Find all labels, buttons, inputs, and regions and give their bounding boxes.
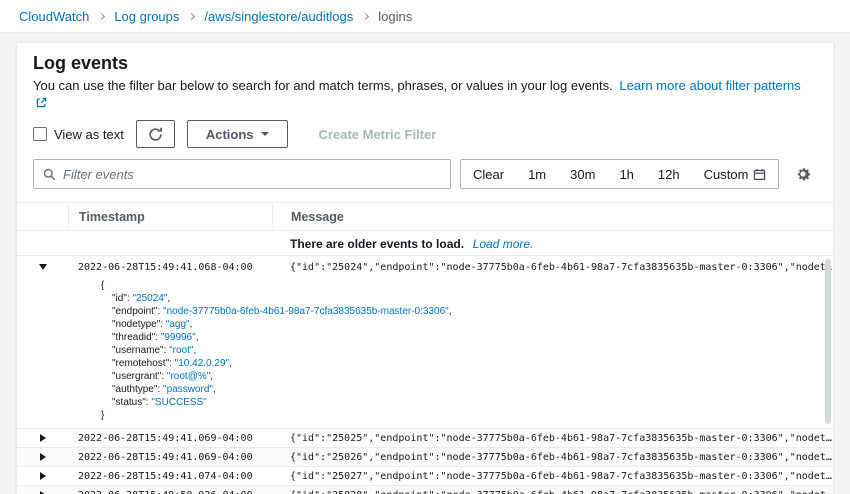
expanded-json: {"id": "25024","endpoint": "node-37775b0…: [17, 278, 833, 429]
breadcrumb-cloudwatch[interactable]: CloudWatch: [19, 9, 89, 24]
chevron-right-icon: [40, 472, 46, 480]
view-as-text-checkbox[interactable]: View as text: [33, 127, 124, 142]
expand-toggle[interactable]: [17, 448, 68, 466]
json-line: "threadid": "99996",: [101, 331, 833, 344]
filter-events-search[interactable]: [33, 159, 451, 189]
log-toolbar: View as text Actions Create Metric Filte…: [17, 111, 833, 148]
breadcrumb: CloudWatch Log groups /aws/singlestore/a…: [0, 0, 850, 33]
log-message: {"id":"25024","endpoint":"node-37775b0a-…: [272, 262, 833, 273]
column-header-timestamp[interactable]: Timestamp: [68, 203, 272, 230]
description-text: You can use the filter bar below to sear…: [33, 78, 613, 93]
chevron-right-icon: [40, 434, 46, 442]
column-header-message[interactable]: Message: [272, 203, 833, 230]
log-message: {"id":"25027","endpoint":"node-37775b0a-…: [272, 471, 833, 482]
scrollbar-thumb[interactable]: [825, 259, 831, 424]
calendar-icon: [753, 168, 766, 181]
json-line: "status": "SUCCESS": [101, 396, 833, 409]
refresh-button[interactable]: [136, 120, 175, 148]
json-line: {: [101, 279, 833, 292]
log-timestamp: 2022-06-28T15:49:50.926-04:00: [68, 490, 272, 494]
json-line: "endpoint": "node-37775b0a-6feb-4b61-98a…: [101, 305, 833, 318]
time-1m-button[interactable]: 1m: [516, 160, 558, 188]
settings-gear-button[interactable]: [794, 165, 812, 183]
json-line: "remotehost": "10.42.0.29",: [101, 357, 833, 370]
breadcrumb-log-groups[interactable]: Log groups: [114, 9, 179, 24]
gear-icon: [794, 165, 812, 183]
filter-bar: Clear 1m 30m 1h 12h Custom: [17, 148, 833, 189]
log-message: {"id":"25026","endpoint":"node-37775b0a-…: [272, 452, 833, 463]
create-metric-filter-button[interactable]: Create Metric Filter: [300, 120, 456, 148]
log-row[interactable]: 2022-06-28T15:49:41.069-04:00{"id":"2502…: [17, 448, 833, 467]
log-row[interactable]: 2022-06-28T15:49:41.074-04:00{"id":"2502…: [17, 467, 833, 486]
json-line: "nodetype": "agg",: [101, 318, 833, 331]
log-timestamp: 2022-06-28T15:49:41.069-04:00: [68, 452, 272, 463]
refresh-icon: [148, 127, 163, 142]
breadcrumb-current: logins: [378, 9, 412, 24]
table-header: Timestamp Message: [17, 202, 833, 231]
learn-more-link[interactable]: Learn more about filter patterns: [619, 78, 800, 93]
chevron-right-icon: [362, 12, 369, 19]
actions-label: Actions: [206, 127, 254, 142]
time-30m-button[interactable]: 30m: [558, 160, 607, 188]
log-timestamp: 2022-06-28T15:49:41.074-04:00: [68, 471, 272, 482]
view-as-text-label: View as text: [54, 127, 124, 142]
json-line: "username": "root",: [101, 344, 833, 357]
time-12h-button[interactable]: 12h: [646, 160, 692, 188]
table-body: There are older events to load. Load mor…: [17, 231, 833, 494]
log-message: {"id":"25025","endpoint":"node-37775b0a-…: [272, 433, 833, 444]
expand-toggle[interactable]: [17, 486, 68, 494]
log-timestamp: 2022-06-28T15:49:41.069-04:00: [68, 433, 272, 444]
json-line: }: [101, 409, 833, 422]
log-events-panel: Log events You can use the filter bar be…: [16, 42, 834, 494]
log-message: {"id":"25028","endpoint":"node-37775b0a-…: [272, 490, 833, 494]
time-1h-button[interactable]: 1h: [607, 160, 645, 188]
chevron-right-icon: [40, 453, 46, 461]
external-link-icon: [36, 97, 47, 108]
expanded-log-row: 2022-06-28T15:49:41.068-04:00 {"id":"250…: [17, 256, 833, 429]
actions-button[interactable]: Actions: [187, 120, 288, 148]
expanded-row-summary[interactable]: 2022-06-28T15:49:41.068-04:00 {"id":"250…: [17, 256, 833, 278]
time-clear-button[interactable]: Clear: [461, 160, 516, 188]
chevron-right-icon: [188, 12, 195, 19]
log-row[interactable]: 2022-06-28T15:49:41.069-04:00{"id":"2502…: [17, 429, 833, 448]
log-rows: 2022-06-28T15:49:41.069-04:00{"id":"2502…: [17, 429, 833, 494]
log-events-table: Timestamp Message There are older events…: [17, 202, 833, 494]
expand-toggle[interactable]: [17, 429, 68, 447]
expand-toggle[interactable]: [17, 467, 68, 485]
page-description: You can use the filter bar below to sear…: [33, 77, 817, 111]
load-more-link[interactable]: Load more.: [473, 237, 534, 251]
chevron-right-icon: [98, 12, 105, 19]
json-line: "id": "25024",: [101, 292, 833, 305]
page-title: Log events: [33, 53, 817, 74]
older-events-row: There are older events to load. Load mor…: [17, 231, 833, 256]
panel-header: Log events You can use the filter bar be…: [17, 43, 833, 111]
log-timestamp: 2022-06-28T15:49:41.068-04:00: [68, 262, 272, 273]
time-custom-label: Custom: [704, 167, 749, 182]
checkbox-box[interactable]: [33, 127, 47, 141]
chevron-down-icon: [261, 132, 269, 136]
chevron-down-icon: [39, 264, 47, 270]
create-metric-filter-label: Create Metric Filter: [319, 127, 437, 142]
older-events-text: There are older events to load.: [290, 237, 464, 251]
time-custom-button[interactable]: Custom: [692, 160, 779, 188]
filter-events-input[interactable]: [63, 167, 441, 182]
json-line: "authtype": "password",: [101, 383, 833, 396]
collapse-toggle[interactable]: [17, 256, 68, 278]
json-line: "usergrant": "root@%",: [101, 370, 833, 383]
breadcrumb-log-group-name[interactable]: /aws/singlestore/auditlogs: [204, 9, 353, 24]
log-row[interactable]: 2022-06-28T15:49:50.926-04:00{"id":"2502…: [17, 486, 833, 494]
search-icon: [43, 168, 56, 181]
time-range-control: Clear 1m 30m 1h 12h Custom: [460, 159, 779, 189]
